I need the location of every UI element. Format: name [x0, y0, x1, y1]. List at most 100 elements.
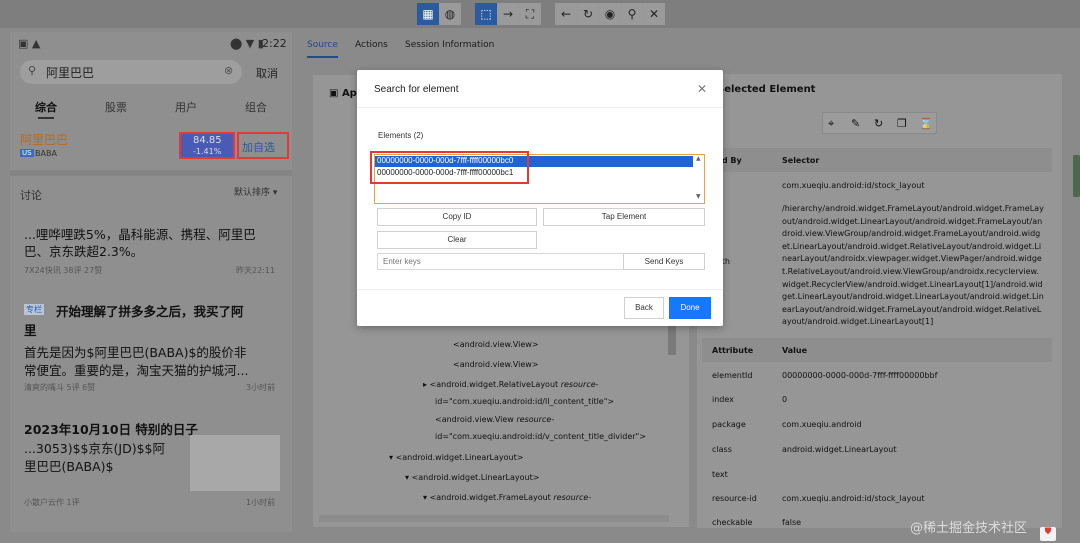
watermark: @稀土掘金技术社区 — [910, 521, 1028, 536]
modal-title: Search for element — [374, 84, 459, 95]
add-watchlist-button[interactable]: 加自选 — [237, 132, 289, 159]
attribute-table-header: Attribute Value — [702, 338, 1052, 362]
tree-node-attr: id="com.xueqiu.android:id/v_content_titl… — [435, 432, 646, 441]
inspector-tabs: Source Actions Session Information — [300, 32, 1080, 62]
top-toolbar: ▦ ◍ ⬚ → ⛶ ← ↻ ◉ ⚲ ✕ — [0, 0, 1080, 28]
clear-search-icon[interactable]: ⊗ — [224, 64, 233, 77]
copy-id-button[interactable]: Copy ID — [377, 208, 537, 226]
xpath-value: /hierarchy/android.widget.FrameLayout/an… — [782, 204, 1044, 327]
attr-name: package — [712, 420, 746, 429]
modal-divider — [357, 107, 723, 108]
highlight-box — [370, 151, 529, 184]
attr-name: resource-id — [712, 494, 757, 503]
hourglass-icon[interactable]: ⌛ — [919, 117, 933, 130]
post-time: 昨天22:11 — [236, 266, 276, 275]
tab-users[interactable]: 用户 — [175, 99, 197, 115]
attr-name: checkable — [712, 518, 753, 527]
attr-name: elementId — [712, 371, 753, 380]
stock-code: BABA — [35, 149, 57, 158]
attr-name: class — [712, 445, 732, 454]
selector-table-header: Find By Selector — [702, 148, 1052, 172]
back-icon[interactable]: ← — [555, 3, 577, 25]
post-item[interactable]: 专栏 开始理解了拼多多之后，我买了阿 里 首先是因为$阿里巴巴(BABA)$的股… — [10, 290, 292, 400]
refresh-icon[interactable]: ↻ — [577, 3, 599, 25]
selector-value: com.xueqiu.android:id/stock_layout — [782, 181, 925, 190]
post-title: 2023年10月10日 特别的日子 — [24, 422, 198, 437]
tree-node[interactable]: <android.view.View resource- — [435, 415, 554, 424]
close-icon[interactable]: ✕ — [643, 3, 665, 25]
attr-value: 00000000-0000-000d-7fff-ffff00000bbf — [782, 371, 938, 380]
tree-node-attr: resource- — [516, 415, 555, 424]
tab-portfolios[interactable]: 组合 — [245, 99, 267, 115]
tab-actions[interactable]: Actions — [355, 40, 388, 50]
select-arrow-icon[interactable]: ⬚ — [475, 3, 497, 25]
tap-element-button[interactable]: Tap Element — [543, 208, 705, 226]
post-item[interactable]: 2023年10月10日 特别的日子 ...3053)$$京东(JD)$$阿 里巴… — [10, 407, 292, 517]
globe-icon[interactable]: ◍ — [439, 3, 461, 25]
tab-source[interactable]: Source — [307, 40, 338, 58]
close-icon[interactable]: ✕ — [697, 82, 707, 96]
eye-icon[interactable]: ◉ — [599, 3, 621, 25]
tree-node[interactable]: <android.view.View> — [453, 340, 539, 349]
tree-node[interactable]: <android.view.View> — [453, 360, 539, 369]
clear-button[interactable]: Clear — [377, 231, 537, 249]
tree-node-attr: id="com.xueqiu.android:id/ll_content_tit… — [435, 397, 615, 406]
tab-stocks[interactable]: 股票 — [105, 99, 127, 115]
tree-node-text: <android.widget.RelativeLayout — [429, 380, 561, 389]
done-button[interactable]: Done — [669, 297, 711, 319]
refresh-icon[interactable]: ↻ — [874, 117, 883, 130]
tab-session-information[interactable]: Session Information — [405, 40, 494, 50]
post-text: 常便宜。重要的是，淘宝天猫的护城河... — [24, 363, 249, 378]
attr-value: com.xueqiu.android:id/stock_layout — [782, 494, 925, 503]
selected-element-panel: Selected Element ⌖ ✎ ↻ ❐ ⌛ Find By Selec… — [697, 74, 1062, 528]
tree-node-text: <android.view.View — [435, 415, 517, 424]
tab-all[interactable]: 综合 — [35, 99, 57, 115]
horizontal-scrollbar[interactable] — [319, 515, 669, 522]
tree-node[interactable]: ▾ <android.widget.FrameLayout resource- — [423, 493, 591, 502]
post-text: 巴、京东跌超2.3%。 — [24, 244, 144, 259]
send-keys-button[interactable]: Send Keys — [623, 253, 705, 270]
divider — [10, 170, 292, 176]
attr-value: false — [782, 518, 802, 527]
stock-price-box[interactable]: 84.85 -1.41% — [179, 132, 235, 159]
edit-icon[interactable]: ✎ — [851, 117, 860, 130]
elements-label: Elements (2) — [378, 131, 424, 140]
grid-icon[interactable]: ▦ — [417, 3, 439, 25]
device-screenshot[interactable]: ▣ ▲ ⬤ ▼ ▮ 2:22 ⚲ 阿里巴巴 ⊗ 取消 综合 股票 用户 组合 阿… — [10, 32, 292, 532]
back-button[interactable]: Back — [624, 297, 664, 319]
sort-dropdown[interactable]: 默认排序 ▾ — [234, 185, 277, 198]
tree-node-text: <android.widget.LinearLayout> — [395, 453, 524, 462]
tree-node[interactable]: ▾ <android.widget.LinearLayout> — [389, 453, 523, 462]
selected-element-title: Selected Element — [717, 84, 816, 95]
tap-coordinates-icon[interactable]: ⛶ — [519, 3, 541, 25]
enter-keys-input[interactable] — [377, 253, 624, 270]
post-meta: 清爽的嘴斗 5评 6赞 — [24, 383, 96, 392]
shield-icon: ⛊ — [1040, 527, 1056, 541]
copy-icon[interactable]: ❐ — [897, 117, 907, 130]
post-text: 里巴巴(BABA)$ — [24, 459, 114, 474]
side-handle[interactable] — [1073, 155, 1080, 197]
tree-node-attr: resource- — [553, 493, 592, 502]
element-actions: ⌖ ✎ ↻ ❐ ⌛ — [822, 112, 937, 134]
tree-node[interactable]: ▾ <android.widget.LinearLayout> — [405, 473, 539, 482]
stock-name[interactable]: 阿里巴巴 — [20, 131, 68, 148]
search-icon[interactable]: ⚲ — [621, 3, 643, 25]
scroll-up-icon[interactable]: ▲ — [696, 155, 701, 162]
target-icon[interactable]: ⌖ — [828, 117, 834, 131]
status-time: 2:22 — [262, 37, 287, 50]
post-meta: 小散户云作 1评 — [24, 498, 80, 507]
tree-node[interactable]: ▸ <android.widget.RelativeLayout resourc… — [423, 380, 599, 389]
status-right-icons: ⬤ ▼ ▮ — [230, 37, 264, 50]
post-item[interactable]: ...哩哗哩跌5%，晶科能源、携程、阿里巴 巴、京东跌超2.3%。 7X24快讯… — [10, 208, 292, 288]
header-value: Value — [782, 346, 808, 355]
post-text: ...3053)$$京东(JD)$$阿 — [24, 441, 165, 456]
search-element-modal: Search for element ✕ Elements (2) 000000… — [357, 70, 723, 326]
scroll-down-icon[interactable]: ▼ — [696, 193, 701, 200]
swipe-arrow-icon[interactable]: → — [497, 3, 519, 25]
attr-value: 0 — [782, 395, 788, 404]
cancel-button[interactable]: 取消 — [256, 65, 278, 81]
column-tag: 专栏 — [24, 304, 44, 315]
tree-node-text: <android.widget.LinearLayout> — [411, 473, 540, 482]
search-input[interactable]: ⚲ 阿里巴巴 ⊗ — [20, 60, 242, 84]
post-title: 开始理解了拼多多之后，我买了阿 — [56, 304, 244, 319]
